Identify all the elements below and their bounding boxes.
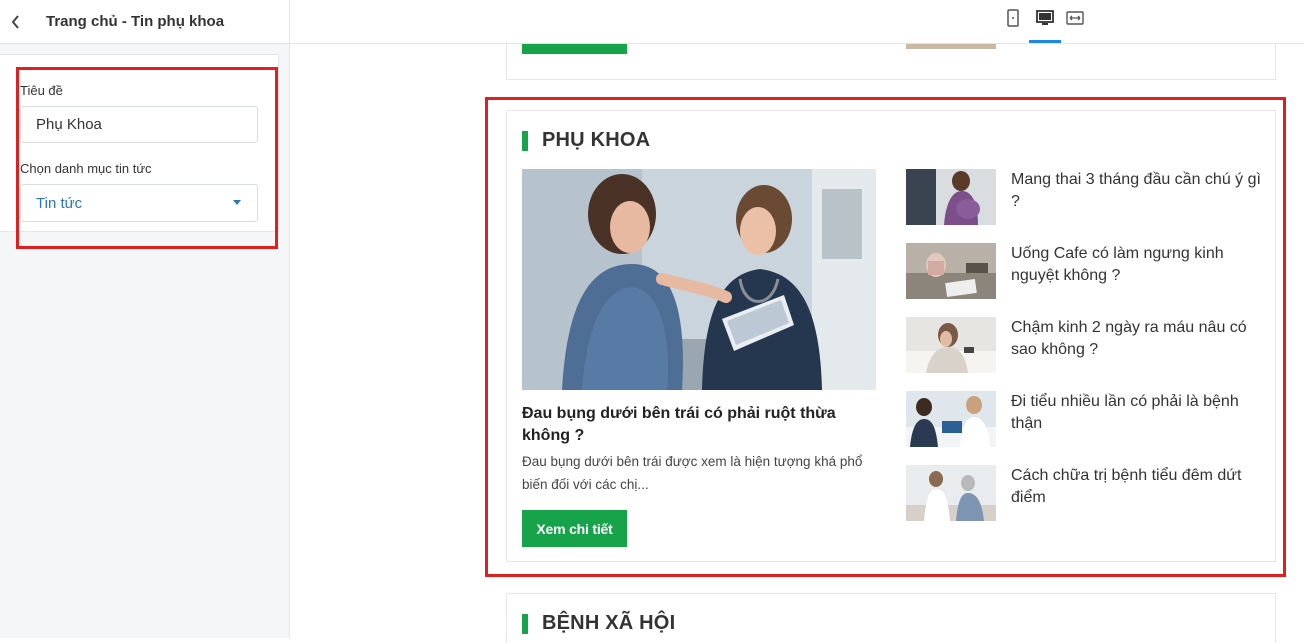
sidebar-title: Trang chủ - Tin phụ khoa [46,13,225,30]
desktop-view-button[interactable] [1031,6,1059,30]
article-title: Uống Cafe có làm ngưng kinh nguyệt không… [1011,245,1224,284]
category-select[interactable]: Tin tức [20,184,258,222]
title-accent-bar [522,130,528,151]
next-section-title-text: BỆNH XÃ HỘI [542,612,676,634]
back-button[interactable] [6,8,26,36]
list-item[interactable]: Chậm kinh 2 ngày ra máu nâu có sao không… [906,317,1266,375]
category-select-value: Tin tức [36,194,83,212]
editor-sidebar: Trang chủ - Tin phụ khoa Tiêu đề Chọn da… [0,0,290,638]
previous-thumbnail[interactable] [906,44,996,49]
article-thumbnail [906,169,996,225]
article-title: Đi tiểu nhiều lần có phải là bệnh thận [1011,393,1239,432]
fullwidth-icon [1066,11,1084,25]
previous-view-button[interactable] [522,44,627,54]
title-input[interactable] [20,106,258,143]
title-accent-bar [522,613,528,634]
list-item[interactable]: Cách chữa trị bệnh tiểu đêm dứt điểm [906,465,1266,523]
fullwidth-view-button[interactable] [1061,6,1089,30]
list-item[interactable]: Mang thai 3 tháng đầu cần chú ý gì ? [906,169,1266,227]
section-title: PHỤ KHOA [522,129,650,152]
list-item[interactable]: Uống Cafe có làm ngưng kinh nguyệt không… [906,243,1266,301]
previous-section-card [506,44,1276,80]
preview-toolbar [290,0,1304,44]
article-thumbnail [906,243,996,299]
featured-article-excerpt: Đau bụng dưới bên trái được xem là hiện … [522,454,863,492]
caret-down-icon [233,200,241,205]
featured-article-title[interactable]: Đau bụng dưới bên trái có phải ruột thừa… [522,403,876,447]
article-title: Chậm kinh 2 ngày ra máu nâu có sao không… [1011,319,1247,358]
settings-panel: Tiêu đề Chọn danh mục tin tức Tin tức [0,54,279,232]
title-label: Tiêu đề [20,83,63,98]
mobile-view-button[interactable] [999,6,1027,30]
list-item[interactable]: Đi tiểu nhiều lần có phải là bệnh thận [906,391,1266,449]
article-title: Mang thai 3 tháng đầu cần chú ý gì ? [1011,171,1261,210]
article-thumbnail [906,317,996,373]
desktop-icon [1036,10,1054,25]
article-thumbnail [906,465,996,521]
featured-image[interactable] [522,169,876,390]
next-section-title: BỆNH XÃ HỘI [522,612,675,635]
article-title: Cách chữa trị bệnh tiểu đêm dứt điểm [1011,467,1242,506]
section-title-text: PHỤ KHOA [542,129,651,151]
category-label: Chọn danh mục tin tức [20,161,152,176]
sidebar-header: Trang chủ - Tin phụ khoa [0,0,289,44]
view-detail-button[interactable]: Xem chi tiết [522,510,627,547]
mobile-icon [1007,9,1019,27]
chevron-left-icon [11,14,19,29]
active-device-indicator [1029,40,1061,43]
article-thumbnail [906,391,996,447]
